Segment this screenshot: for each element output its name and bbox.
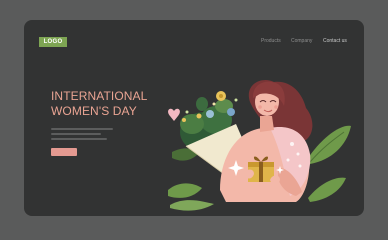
landing-page-card: LOGO Products Company Contact us INTERNA… <box>24 20 364 216</box>
flower-icon <box>206 110 214 118</box>
leaf-icon <box>308 125 351 164</box>
woman-gift-illustration <box>168 80 351 211</box>
leaf-icon <box>308 177 346 202</box>
leaf-icon <box>170 200 214 211</box>
heart-icon <box>168 108 180 121</box>
leaf-icon <box>168 183 202 198</box>
flower-icon <box>227 108 235 116</box>
